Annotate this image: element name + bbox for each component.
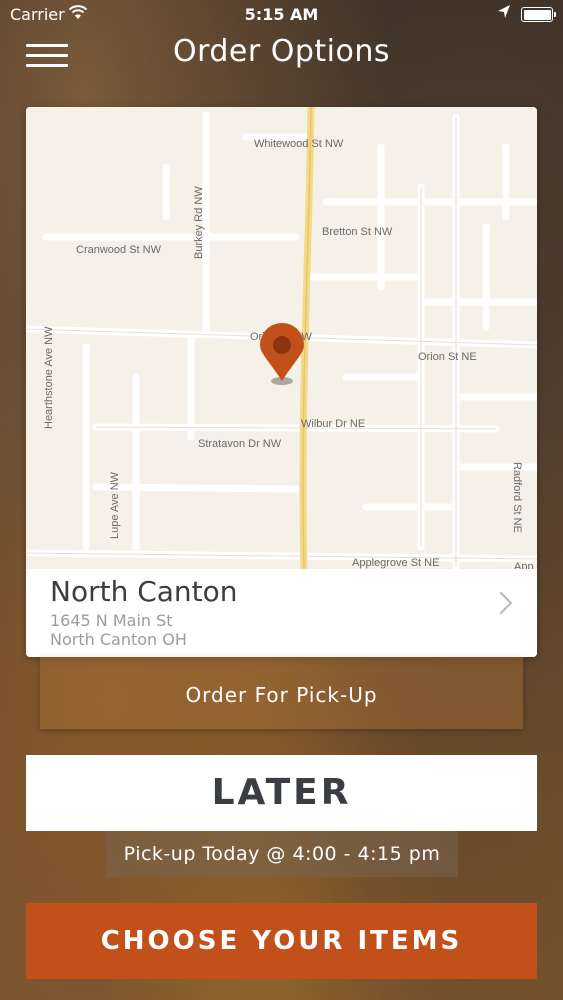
store-address-line1: 1645 N Main St <box>50 611 173 630</box>
chevron-right-icon <box>489 591 513 615</box>
map-label-wilbur: Wilbur Dr NE <box>301 418 365 430</box>
order-type-selector[interactable]: Order For Pick-Up <box>40 657 523 729</box>
map-label-applegrove: Applegrove St NE <box>352 557 439 569</box>
map-label-hearthstone: Hearthstone Ave NW <box>43 326 55 429</box>
status-bar: Carrier 5:15 AM <box>0 0 563 30</box>
store-card: Whitewood St NW Bretton St NW Cranwood S… <box>26 107 537 657</box>
location-arrow-icon <box>497 4 511 24</box>
pickup-time-label: Pick-up Today @ 4:00 - 4:15 pm <box>106 831 458 877</box>
status-time: 5:15 AM <box>244 5 319 24</box>
map-label-cranwood: Cranwood St NW <box>76 244 162 256</box>
map-label-stratavon: Stratavon Dr NW <box>198 438 282 450</box>
page-title: Order Options <box>172 34 391 69</box>
store-row[interactable]: North Canton 1645 N Main St North Canton… <box>26 569 537 657</box>
map-label-lupe: Lupe Ave NW <box>109 471 121 539</box>
store-name: North Canton <box>50 575 238 608</box>
store-address-line2: North Canton OH <box>50 630 187 649</box>
later-button[interactable]: LATER <box>26 755 537 831</box>
map-label-radford: Radford St NE <box>511 462 523 533</box>
map-label-bretton: Bretton St NW <box>322 226 393 238</box>
map-label-burkey: Burkey Rd NW <box>193 186 205 259</box>
battery-icon <box>521 7 556 22</box>
store-map[interactable]: Whitewood St NW Bretton St NW Cranwood S… <box>26 107 537 569</box>
map-label-whitewood: Whitewood St NW <box>254 138 344 150</box>
choose-items-button[interactable]: CHOOSE YOUR ITEMS <box>26 903 537 979</box>
map-label-orion-ne: Orion St NE <box>418 351 477 363</box>
map-pin-icon[interactable] <box>260 323 304 385</box>
map-label-app: App <box>514 561 534 569</box>
